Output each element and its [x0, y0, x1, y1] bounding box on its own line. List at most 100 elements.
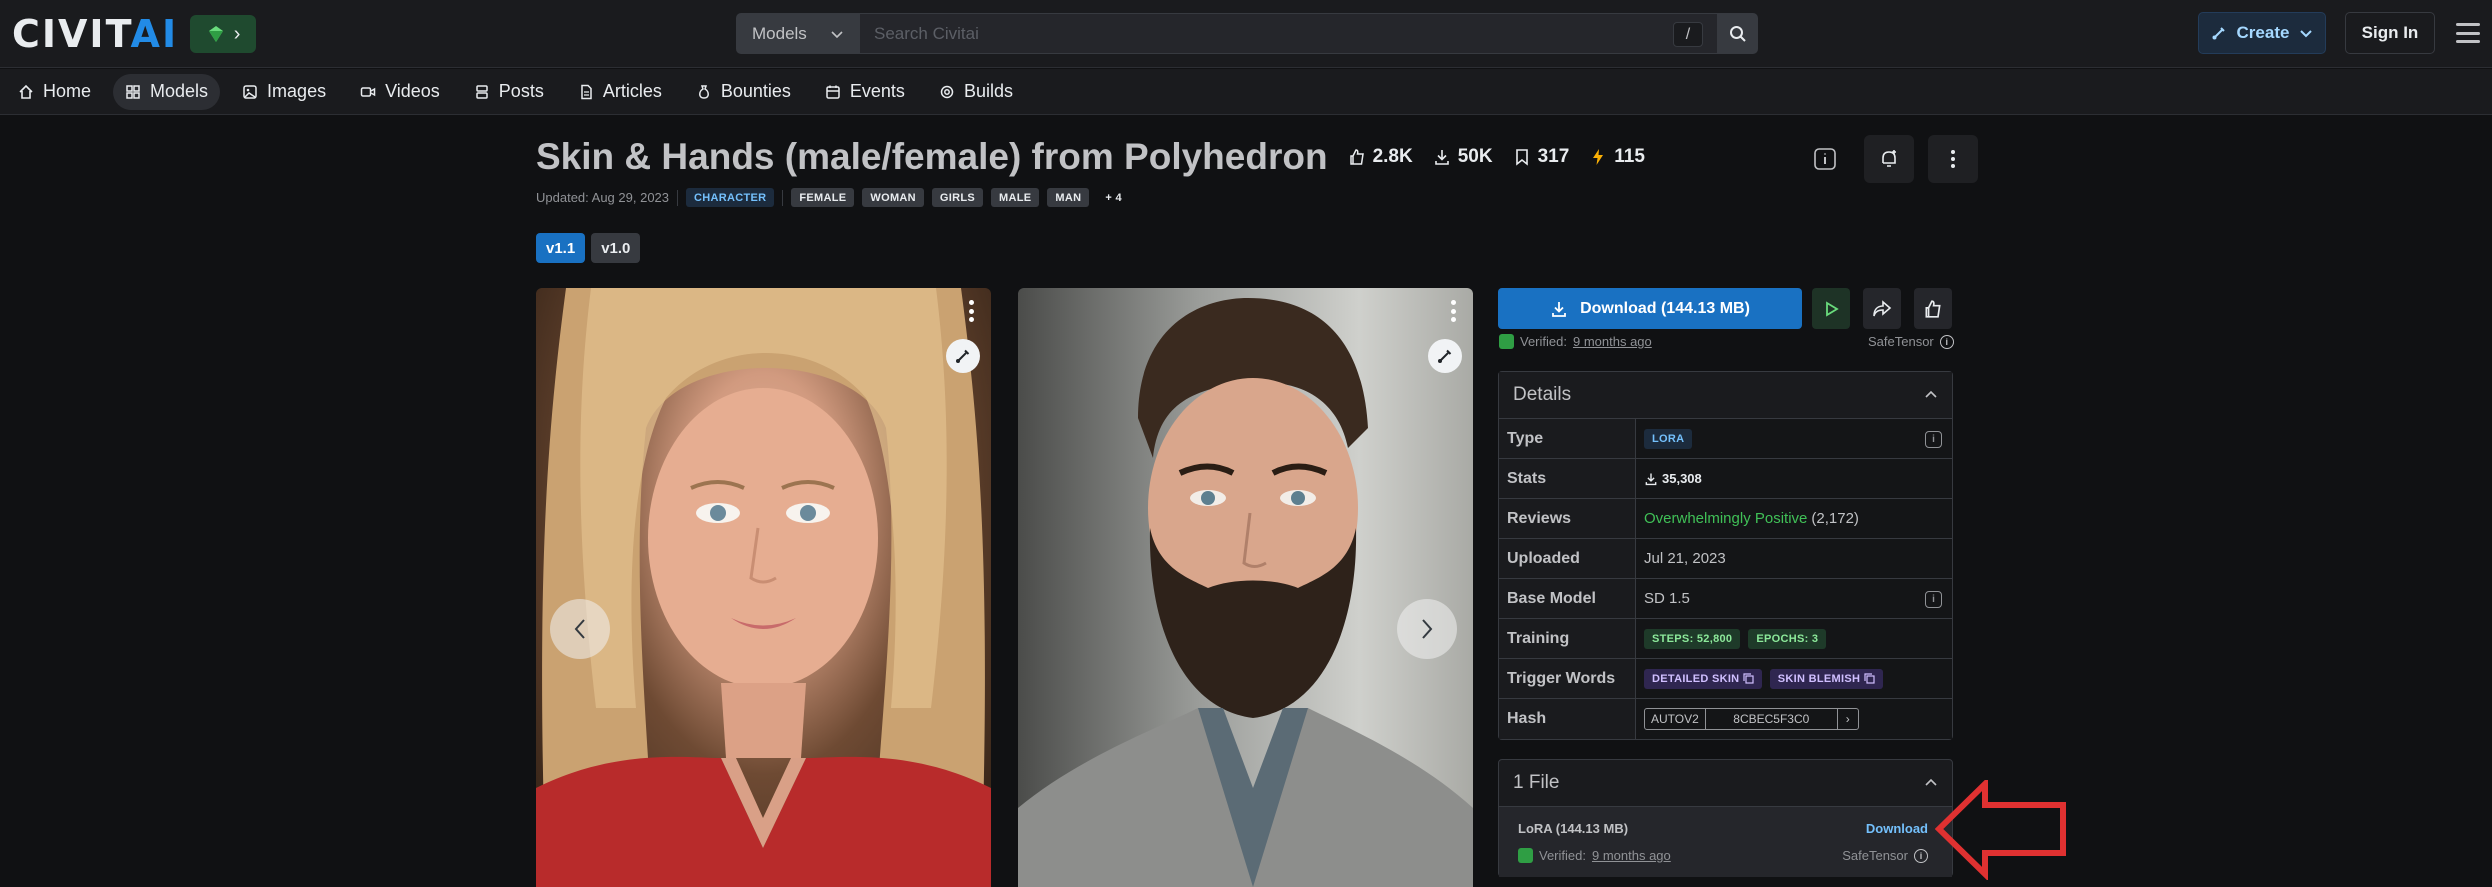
info-icon[interactable]: i: [1914, 848, 1928, 863]
downloads-count: 50K: [1457, 146, 1493, 167]
hash-field[interactable]: AUTOV2 8CBEC5F3C0 ›: [1644, 708, 1859, 730]
more-options-button[interactable]: [1928, 135, 1978, 183]
version-tabs: v1.1 v1.0: [536, 233, 641, 263]
gallery-image-woman[interactable]: [536, 288, 991, 887]
calendar-icon: [826, 85, 840, 99]
updated-date: Updated: Aug 29, 2023: [536, 190, 670, 205]
nav-item-builds[interactable]: Builds: [927, 74, 1025, 110]
download-label: Download (144.13 MB): [1580, 299, 1750, 317]
version-tab-v1-1[interactable]: v1.1: [536, 233, 586, 263]
sign-in-button[interactable]: Sign In: [2345, 12, 2435, 54]
copy-icon: [1743, 673, 1754, 684]
tag-male[interactable]: MALE: [991, 188, 1040, 207]
remix-link-icon[interactable]: [946, 339, 980, 373]
bookmarks-count: 317: [1537, 146, 1570, 167]
uploaded-date: Jul 21, 2023: [1644, 550, 1726, 567]
gallery-prev-button[interactable]: [550, 599, 610, 659]
search-hotkey-hint: /: [1673, 22, 1703, 47]
detail-row-trigger-words: Trigger Words DETAILED SKIN SKIN BLEMISH: [1499, 659, 1952, 699]
tag-female[interactable]: FEMALE: [791, 188, 855, 207]
top-bar: CIVITAI › Models Search Civitai / Create: [0, 0, 2492, 68]
lightning-icon: [1593, 149, 1604, 165]
nav-item-label: Home: [43, 81, 92, 101]
brush-icon: [2212, 27, 2225, 40]
hash-type[interactable]: AUTOV2: [1645, 709, 1706, 729]
nav-item-label: Builds: [963, 81, 1013, 101]
trigger-word-chip[interactable]: DETAILED SKIN: [1644, 668, 1762, 689]
nav-item-bounties[interactable]: Bounties: [684, 74, 803, 110]
search-button[interactable]: [1718, 13, 1758, 54]
file-download-link[interactable]: Download: [1866, 821, 1928, 836]
vertical-dots-icon[interactable]: [969, 300, 975, 322]
woman-portrait-image: [536, 288, 991, 887]
files-header[interactable]: 1 File: [1499, 760, 1952, 807]
review-count: (2,172): [1811, 510, 1859, 527]
info-icon[interactable]: i: [1939, 334, 1954, 349]
vertical-dots-icon[interactable]: [1451, 300, 1457, 322]
nav-item-images[interactable]: Images: [230, 74, 338, 110]
format-label: SafeTensor: [1842, 848, 1908, 863]
nav-item-home[interactable]: Home: [6, 74, 103, 110]
article-icon: [581, 84, 592, 99]
buzz-count: 115: [1614, 146, 1645, 167]
grid-icon: [126, 84, 140, 99]
review-summary-link[interactable]: Overwhelmingly Positive: [1644, 510, 1807, 527]
tag-girls[interactable]: GIRLS: [931, 188, 984, 207]
nav-item-posts[interactable]: Posts: [462, 74, 556, 110]
category-tag[interactable]: CHARACTER: [686, 188, 775, 207]
type-badge: LORA: [1644, 428, 1693, 449]
vertical-dots-icon: [1951, 150, 1955, 168]
file-format: SafeTensor i: [1868, 334, 1954, 349]
info-icon[interactable]: i: [1925, 431, 1942, 448]
tag-man[interactable]: MAN: [1047, 188, 1090, 207]
model-actions: [1800, 135, 1978, 183]
cpu-icon: [940, 85, 954, 98]
play-icon: [1826, 300, 1839, 317]
search-filter-label: Models: [752, 23, 807, 43]
info-icon[interactable]: i: [1925, 591, 1942, 608]
run-button[interactable]: [1812, 288, 1850, 329]
trigger-word-chip[interactable]: SKIN BLEMISH: [1769, 668, 1883, 689]
notify-button[interactable]: [1864, 135, 1914, 183]
nav-item-articles[interactable]: Articles: [566, 74, 674, 110]
chevron-right-icon[interactable]: ›: [1838, 709, 1858, 729]
detail-key: Trigger Words: [1499, 659, 1636, 698]
nav-item-label: Events: [849, 81, 905, 101]
download-button[interactable]: Download (144.13 MB): [1498, 288, 1802, 329]
nav-item-videos[interactable]: Videos: [348, 74, 452, 110]
detail-row-type: Type LORA i: [1499, 419, 1952, 459]
chevron-right-icon: [1422, 619, 1433, 639]
like-button[interactable]: [1914, 288, 1952, 329]
share-button[interactable]: [1863, 288, 1901, 329]
moneybag-icon: [698, 84, 709, 99]
search-filter-select[interactable]: Models: [736, 13, 860, 54]
file-format: SafeTensor i: [1842, 848, 1928, 863]
logo[interactable]: CIVITAI ›: [12, 12, 257, 56]
tag-woman[interactable]: WOMAN: [862, 188, 924, 207]
site-switch-button[interactable]: ›: [190, 15, 257, 53]
info-button[interactable]: [1800, 135, 1850, 183]
detail-key: Reviews: [1499, 499, 1636, 538]
create-label: Create: [2236, 23, 2290, 42]
details-header[interactable]: Details: [1499, 372, 1952, 419]
main-nav: Home Models Images Videos Posts Articles…: [0, 69, 2492, 115]
create-button[interactable]: Create: [2198, 12, 2326, 54]
bell-plus-icon: [1882, 150, 1896, 167]
nav-item-models[interactable]: Models: [113, 73, 221, 110]
shield-check-icon: [1518, 848, 1533, 863]
hash-value[interactable]: 8CBEC5F3C0: [1706, 709, 1838, 729]
home-icon: [19, 84, 33, 99]
verified-time-link[interactable]: 9 months ago: [1592, 848, 1671, 863]
hamburger-menu-icon[interactable]: [2456, 20, 2480, 46]
search-input[interactable]: Search Civitai /: [860, 13, 1718, 54]
nav-item-events[interactable]: Events: [813, 74, 917, 110]
verified-status: Verified: 9 months ago: [1499, 334, 1652, 349]
page-title: Skin & Hands (male/female) from Polyhedr…: [536, 136, 1328, 177]
verified-time-link[interactable]: 9 months ago: [1573, 334, 1652, 349]
more-tags-button[interactable]: + 4: [1097, 188, 1130, 207]
gallery-image-man[interactable]: [1018, 288, 1473, 887]
version-tab-v1-0[interactable]: v1.0: [591, 233, 641, 263]
nav-item-label: Models: [150, 81, 209, 101]
gallery-next-button[interactable]: [1397, 599, 1457, 659]
remix-link-icon[interactable]: [1428, 339, 1462, 373]
